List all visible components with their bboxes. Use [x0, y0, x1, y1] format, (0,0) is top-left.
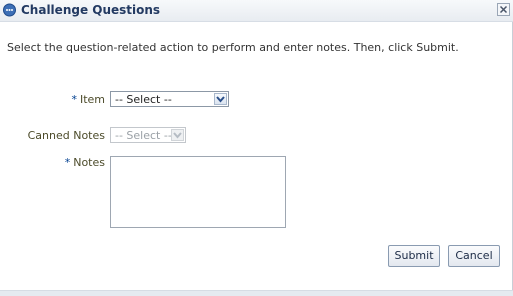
cancel-button[interactable]: Cancel [448, 245, 500, 267]
canned-notes-select: -- Select -- [110, 127, 186, 143]
challenge-questions-dialog: Challenge Questions Select the question-… [0, 0, 513, 296]
dialog-footer-bar [0, 290, 513, 296]
canned-notes-select-value: -- Select -- [115, 129, 172, 142]
notes-label: * Notes [0, 156, 105, 169]
required-marker: * [64, 156, 71, 169]
chevron-down-icon [171, 129, 184, 141]
canned-notes-label: Canned Notes [27, 129, 105, 142]
item-select-value: -- Select -- [115, 93, 172, 106]
close-icon[interactable] [497, 3, 510, 16]
dialog-title: Challenge Questions [21, 3, 161, 17]
required-marker: * [71, 93, 77, 106]
item-select[interactable]: -- Select -- [110, 91, 229, 107]
notes-label-text: Notes [73, 156, 105, 169]
instructions-text: Select the question-related action to pe… [7, 41, 459, 54]
dialog-titlebar: Challenge Questions [0, 0, 513, 22]
question-bubble-icon [2, 3, 17, 18]
notes-textarea[interactable] [110, 156, 286, 228]
submit-button[interactable]: Submit [388, 245, 440, 267]
item-label: * Item [0, 93, 105, 106]
item-label-text: Item [79, 93, 105, 106]
chevron-down-icon[interactable] [214, 93, 227, 105]
